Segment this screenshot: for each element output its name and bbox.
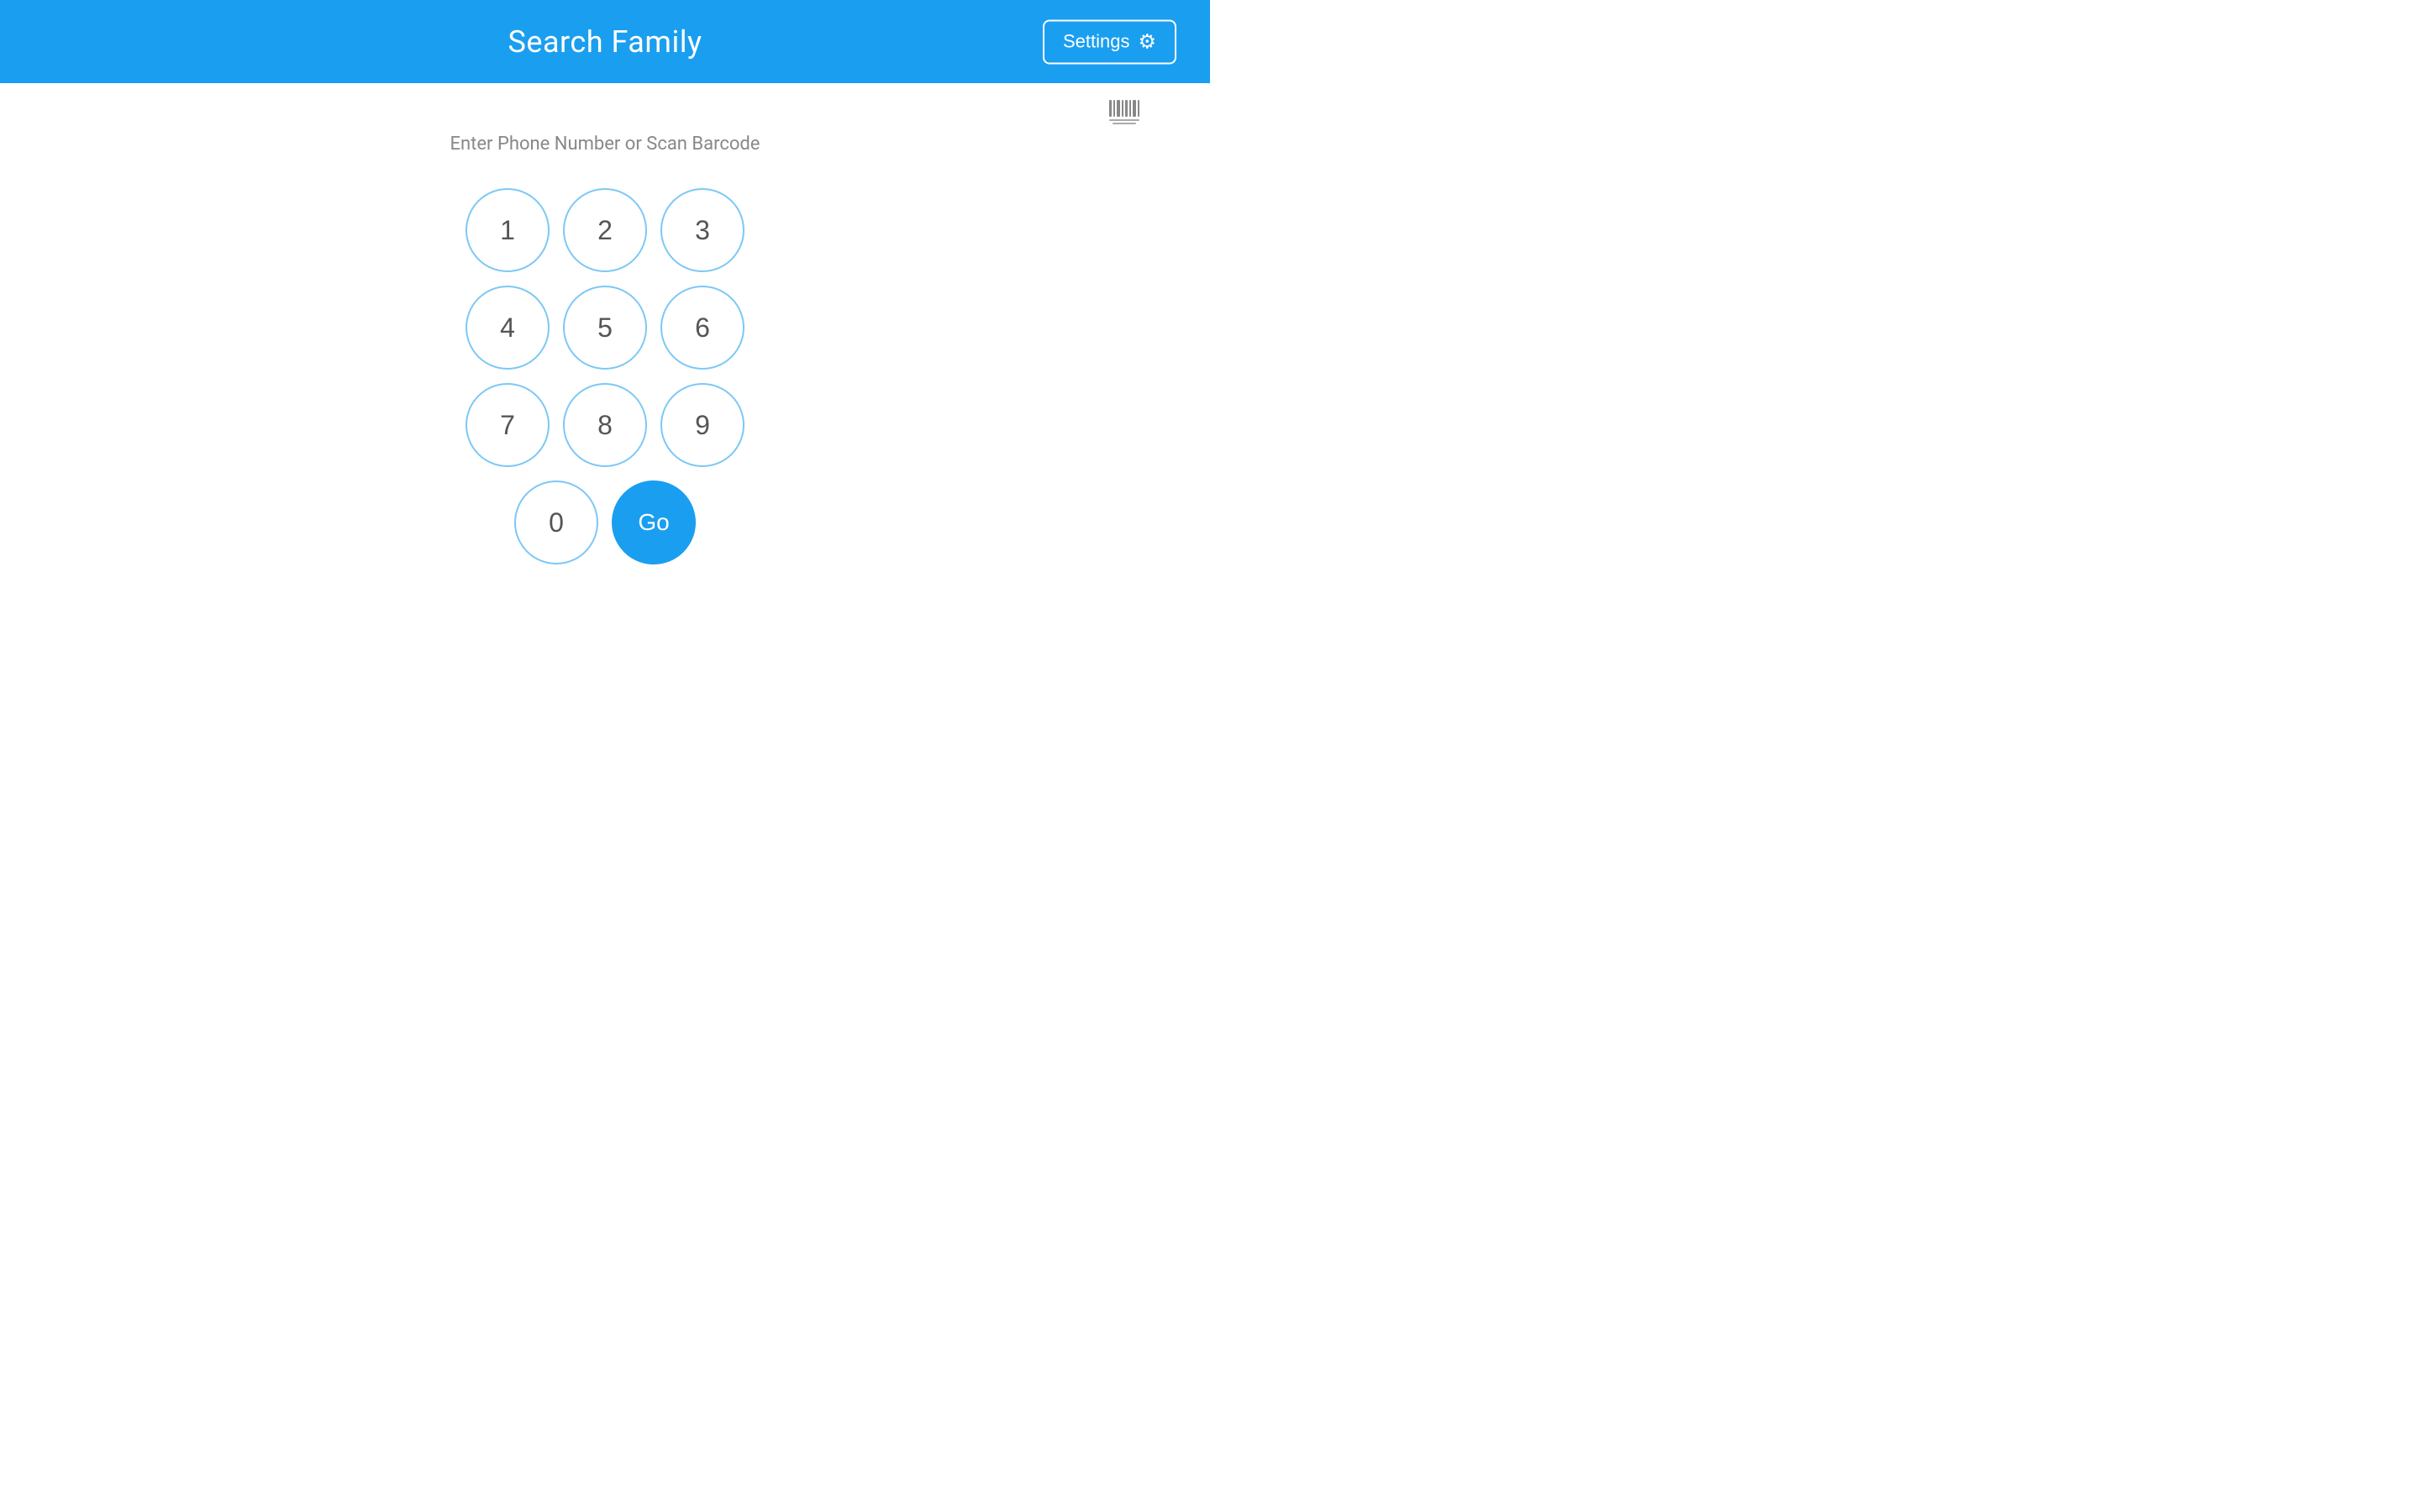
keypad: 1 2 3 4 5 6 7 8 9 0 Go	[466, 188, 744, 564]
key-7[interactable]: 7	[466, 383, 550, 467]
key-5[interactable]: 5	[563, 286, 647, 370]
app-header: Search Family Settings ⚙	[0, 0, 1210, 83]
gear-icon: ⚙	[1138, 29, 1156, 54]
go-button[interactable]: Go	[612, 480, 696, 564]
instruction-text: Enter Phone Number or Scan Barcode	[450, 134, 760, 155]
keypad-row-4: 0 Go	[514, 480, 696, 564]
key-9[interactable]: 9	[660, 383, 744, 467]
key-8[interactable]: 8	[563, 383, 647, 467]
page-title: Search Family	[508, 24, 702, 60]
keypad-row-1: 1 2 3	[466, 188, 744, 272]
key-3[interactable]: 3	[660, 188, 744, 272]
settings-button[interactable]: Settings ⚙	[1043, 19, 1176, 64]
barcode-scan-icon	[1106, 92, 1143, 129]
main-content: Enter Phone Number or Scan Barcode 1 2 3…	[0, 83, 1210, 564]
key-6[interactable]: 6	[660, 286, 744, 370]
key-2[interactable]: 2	[563, 188, 647, 272]
keypad-row-3: 7 8 9	[466, 383, 744, 467]
key-1[interactable]: 1	[466, 188, 550, 272]
key-4[interactable]: 4	[466, 286, 550, 370]
keypad-row-2: 4 5 6	[466, 286, 744, 370]
settings-label: Settings	[1063, 31, 1130, 53]
key-0[interactable]: 0	[514, 480, 598, 564]
barcode-icon-wrapper	[1106, 92, 1143, 129]
